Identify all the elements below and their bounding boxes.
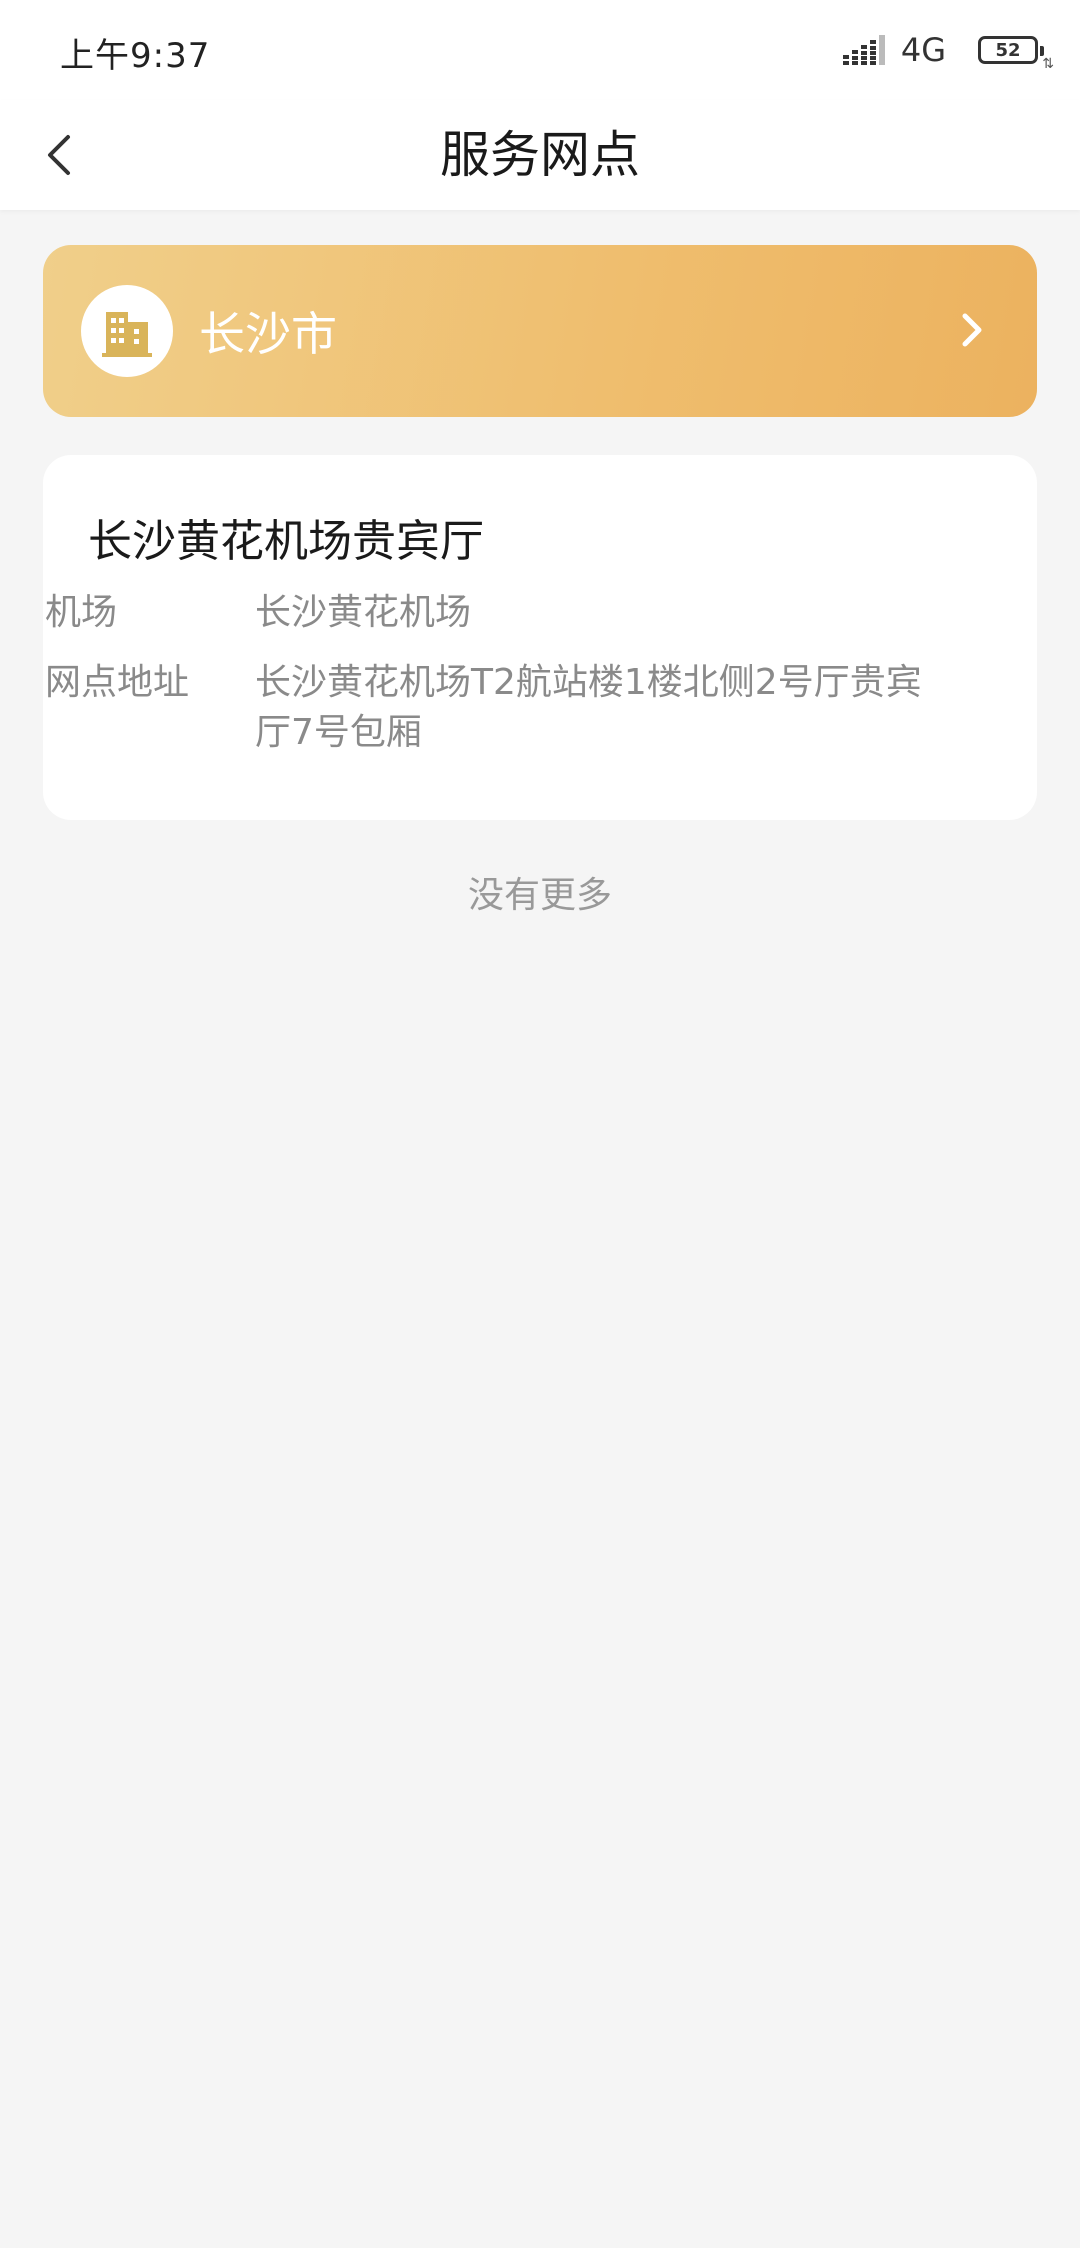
status-bar: 上午9:37 4G ⇅ 52 bbox=[0, 0, 1080, 100]
data-arrows-icon: ⇅ bbox=[1042, 56, 1054, 72]
city-chevron bbox=[947, 305, 997, 355]
address-value: 长沙黄花机场T2航站楼1楼北侧2号厅贵宾厅7号包厢 bbox=[255, 662, 922, 753]
status-indicators: 4G ⇅ 52 bbox=[842, 30, 1054, 72]
battery-level: 52 bbox=[995, 39, 1021, 61]
city-icon-badge bbox=[81, 285, 173, 377]
chevron-right-icon bbox=[962, 313, 982, 347]
city-name: 长沙市 bbox=[199, 307, 337, 361]
network-type: 4G bbox=[900, 31, 946, 69]
outlet-name: 长沙黄花机场贵宾厅 bbox=[88, 516, 484, 567]
page-title: 服务网点 bbox=[440, 126, 640, 184]
airport-label: 机场 bbox=[45, 592, 118, 633]
outlet-airport-row: 机场 长沙黄花机场 bbox=[45, 588, 955, 638]
airport-value: 长沙黄花机场 bbox=[255, 592, 472, 633]
outlet-address-row: 网点地址 长沙黄花机场T2航站楼1楼北侧2号厅贵宾厅7号包厢 bbox=[45, 658, 955, 758]
signal-icon bbox=[842, 35, 885, 65]
nav-bar: 服务网点 bbox=[0, 100, 1080, 210]
no-more-text: 没有更多 bbox=[467, 875, 612, 916]
status-time: 上午9:37 bbox=[60, 36, 211, 76]
city-selector[interactable]: 长沙市 bbox=[43, 245, 1037, 417]
battery-icon: 52 bbox=[978, 36, 1044, 64]
building-icon bbox=[102, 312, 152, 357]
address-label: 网点地址 bbox=[45, 662, 190, 703]
